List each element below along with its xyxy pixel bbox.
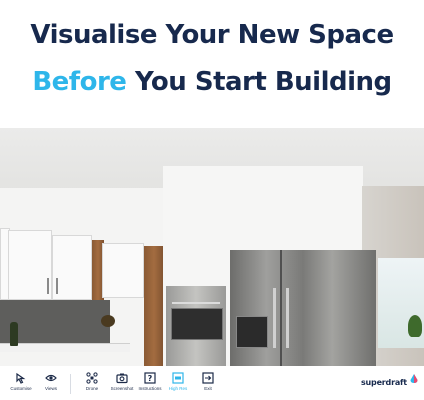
wine-bottle bbox=[10, 322, 18, 346]
refrigerator bbox=[230, 250, 376, 366]
high-res-button[interactable]: High Res bbox=[161, 372, 195, 392]
brand-name: superdraft bbox=[361, 378, 407, 387]
superdraft-logo: superdraft bbox=[361, 372, 421, 387]
toolbar-divider bbox=[70, 374, 71, 394]
upper-cabinet bbox=[102, 243, 144, 298]
kitchen-render-image bbox=[0, 128, 424, 366]
headline-line-2: Before You Start Building bbox=[0, 67, 424, 97]
customise-icon bbox=[16, 372, 26, 384]
question-icon: ? bbox=[144, 372, 156, 384]
headline-accent: Before bbox=[32, 67, 127, 97]
high-res-label: High Res bbox=[168, 386, 188, 391]
views-button[interactable]: Views bbox=[34, 372, 68, 392]
svg-text:?: ? bbox=[148, 374, 153, 383]
exit-button[interactable]: Exit bbox=[191, 372, 225, 392]
customise-button[interactable]: Customise bbox=[4, 372, 38, 392]
fridge-door-split bbox=[280, 250, 282, 366]
headline-line-1: Visualise Your New Space bbox=[30, 20, 394, 50]
fridge-handle bbox=[286, 288, 289, 348]
superdraft-logo-icon bbox=[410, 374, 418, 383]
cabinet-handle bbox=[47, 278, 49, 294]
cabinet-handle bbox=[56, 278, 58, 294]
drone-label: Drone bbox=[85, 386, 99, 391]
decor-bowl bbox=[101, 315, 115, 327]
oven-door bbox=[171, 308, 223, 340]
upper-cabinet bbox=[8, 230, 52, 300]
water-dispenser bbox=[236, 316, 268, 348]
drone-icon bbox=[86, 372, 98, 384]
upper-cabinet bbox=[52, 235, 92, 300]
countertop bbox=[0, 343, 130, 352]
exit-label: Exit bbox=[204, 386, 212, 391]
wood-panel bbox=[144, 246, 164, 366]
camera-icon bbox=[116, 373, 128, 384]
views-label: Views bbox=[45, 386, 57, 391]
oven-handle bbox=[172, 302, 220, 304]
eye-icon bbox=[45, 374, 57, 382]
fridge-handle bbox=[273, 288, 276, 348]
drone-button[interactable]: Drone bbox=[75, 372, 109, 392]
plant bbox=[408, 315, 422, 337]
high-res-icon bbox=[172, 372, 184, 384]
customise-label: Customise bbox=[10, 386, 32, 391]
exit-icon bbox=[202, 372, 214, 384]
headline-rest: You Start Building bbox=[134, 67, 392, 97]
